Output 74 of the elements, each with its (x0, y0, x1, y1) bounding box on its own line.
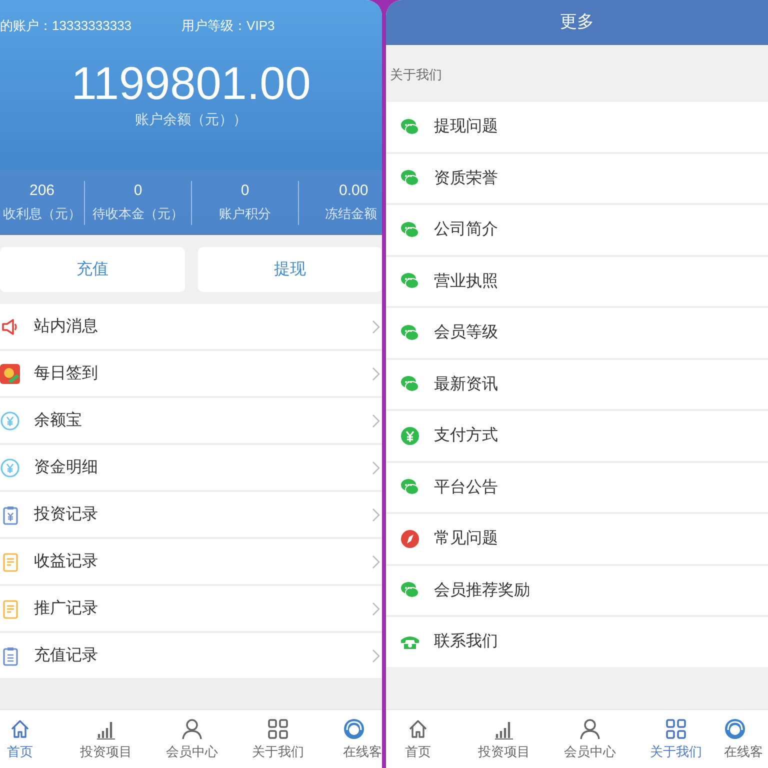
chevron-icon (372, 320, 380, 334)
chevron-icon (372, 508, 380, 522)
yen-circle-icon (0, 410, 20, 430)
menu-item[interactable]: 每日签到 (0, 351, 382, 396)
home-icon (9, 718, 31, 740)
yen-circle-icon (400, 426, 420, 446)
page-title: 更多 (386, 0, 768, 45)
menu-item[interactable]: 常见问题 (386, 514, 768, 564)
chevron-icon (372, 414, 380, 428)
menu-item[interactable]: 最新资讯 (386, 360, 768, 409)
stat-value: 206 (29, 182, 55, 199)
tab-bar-item[interactable]: 在线客 (321, 710, 382, 768)
chevron-icon (372, 648, 380, 662)
chat-icon (400, 220, 420, 240)
tab-bar-item[interactable]: 投资项目 (63, 710, 149, 768)
stat-value: 0 (134, 182, 142, 199)
clipboard-yen-icon (0, 504, 20, 524)
tab-bar-item[interactable]: 会员中心 (149, 710, 235, 768)
person-icon (579, 718, 601, 740)
tab-bar-item[interactable]: 投资项目 (461, 710, 547, 768)
person-icon (181, 718, 203, 740)
tab-bar-item[interactable]: 会员中心 (547, 710, 633, 768)
speaker-icon (0, 316, 20, 336)
stat-label: 冻结金额 (325, 205, 377, 223)
menu-item[interactable]: 支付方式 (386, 411, 768, 460)
menu-item[interactable]: 充值记录 (0, 633, 382, 678)
chevron-icon (372, 602, 380, 616)
balance-label: 账户余额（元）） (134, 111, 248, 129)
home-icon (407, 718, 429, 740)
menu-item[interactable]: 站内消息 (0, 304, 382, 349)
chat-icon (400, 116, 420, 137)
stat-label: 账户积分 (219, 205, 271, 223)
compass-icon (400, 528, 420, 549)
stat-value: 0 (240, 182, 250, 199)
chevron-icon (372, 554, 380, 568)
menu-item[interactable]: 公司简介 (386, 205, 768, 254)
coin-badge-icon (0, 364, 20, 384)
chat-icon (400, 322, 420, 343)
balance-amount: 1199801.00 (70, 57, 312, 109)
menu-item[interactable]: 平台公告 (386, 462, 768, 512)
document-icon (0, 598, 20, 618)
document-icon (0, 552, 20, 572)
headset-avatar-icon (343, 718, 365, 740)
stat-value: 0.00 (339, 182, 368, 199)
chevron-icon (372, 460, 380, 474)
tab-bar-item[interactable]: 在线客 (719, 710, 768, 768)
menu-item[interactable]: 收益记录 (0, 539, 382, 584)
grid-icon (267, 718, 289, 740)
headset-avatar-icon (724, 718, 746, 740)
tab-bar-item[interactable]: 首页 (386, 710, 461, 768)
menu-item[interactable]: 资质荣誉 (386, 154, 768, 203)
tab-bar-item[interactable]: 关于我们 (235, 710, 321, 768)
menu-item[interactable]: 联系我们 (386, 617, 768, 666)
stat-label: 收利息（元） (3, 205, 81, 223)
menu-item[interactable]: 营业执照 (386, 256, 768, 306)
yen-circle-icon (0, 458, 20, 478)
tab-bar-item[interactable]: 首页 (0, 710, 63, 768)
withdraw-button[interactable]: 提现 (198, 247, 382, 292)
menu-item[interactable]: 提现问题 (386, 102, 768, 152)
chevron-icon (372, 366, 380, 380)
section-heading: 关于我们 (389, 66, 443, 84)
tab-bar-item[interactable]: 关于我们 (633, 710, 719, 768)
account-number: 的账户：13333333333 (0, 17, 132, 35)
menu-item[interactable]: 资金明细 (0, 445, 382, 490)
grid-icon (665, 718, 687, 740)
menu-item[interactable]: 推广记录 (0, 586, 382, 631)
user-level: 用户等级：VIP3 (182, 17, 275, 35)
menu-item[interactable]: 余额宝 (0, 398, 382, 443)
recharge-button[interactable]: 充值 (0, 247, 184, 292)
menu-item[interactable]: 会员推荐奖励 (386, 566, 768, 615)
menu-item[interactable]: 投资记录 (0, 492, 382, 537)
stat-label: 待收本金（元） (92, 205, 184, 223)
menu-item[interactable]: 会员等级 (386, 308, 768, 358)
clipboard-icon (0, 646, 20, 666)
